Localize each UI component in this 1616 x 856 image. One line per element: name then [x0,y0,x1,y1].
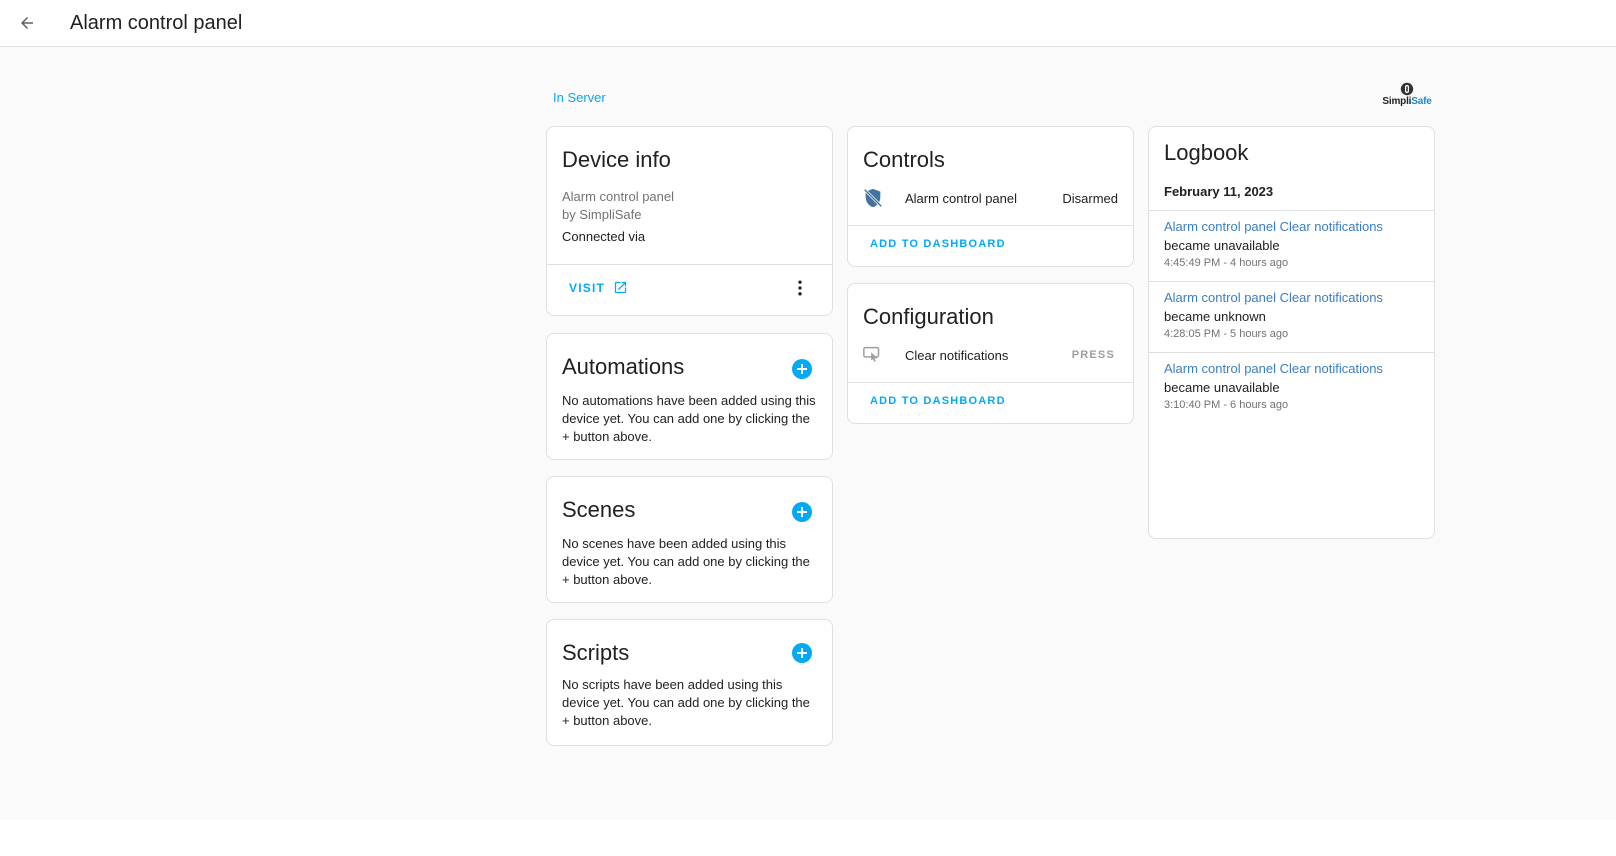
press-button[interactable]: PRESS [1072,349,1115,361]
scenes-card: Scenes No scenes have been added using t… [546,476,833,603]
device-page-content: In Server SimpliSafe Device info Alarm c… [0,47,1616,820]
logbook-entry-entity[interactable]: Alarm control panel Clear notifications [1164,219,1383,234]
logbook-title: Logbook [1164,140,1249,165]
configuration-add-to-dashboard-button[interactable]: ADD TO DASHBOARD [870,395,1006,407]
logbook-entry: Alarm control panel Clear notifications … [1149,281,1434,350]
back-button[interactable] [14,10,40,36]
controls-card: Controls Alarm control panel Disarmed AD… [847,126,1134,267]
add-script-button[interactable] [792,643,812,663]
alarm-entity-name: Alarm control panel [905,190,1017,206]
plus-icon [797,507,807,517]
add-automation-button[interactable] [792,359,812,379]
visit-button[interactable]: VISIT [569,280,628,295]
logbook-entry-message: became unknown [1164,309,1266,324]
logbook-date: February 11, 2023 [1164,184,1274,199]
configuration-card: Configuration Clear notifications PRESS … [847,283,1134,424]
clear-notifications-row[interactable]: Clear notifications PRESS [848,335,1133,375]
device-info-title: Device info [562,147,671,172]
open-in-new-icon [614,281,627,294]
device-connected-via: Connected via [562,229,646,244]
scripts-title: Scripts [562,640,630,665]
controls-title: Controls [863,147,945,172]
scenes-title: Scenes [562,497,636,522]
device-model: Alarm control panel [562,189,674,204]
logbook-card: Logbook February 11, 2023 Alarm control … [1148,126,1435,539]
plus-icon [797,364,807,374]
brand-name-part2: Safe [1411,96,1432,107]
logbook-entry: Alarm control panel Clear notifications … [1149,210,1434,279]
more-options-button[interactable] [790,277,810,299]
card-divider [848,382,1133,383]
gesture-tap-button-icon [863,346,880,362]
device-manufacturer: by SimpliSafe [562,207,642,222]
automations-card: Automations No automations have been add… [546,333,833,460]
alarm-entity-row[interactable]: Alarm control panel Disarmed [848,178,1133,218]
top-app-bar: Alarm control panel [0,0,1616,47]
brand-logo: SimpliSafe [1378,82,1436,112]
area-link[interactable]: In Server [553,90,606,105]
logbook-entry-message: became unavailable [1164,380,1280,395]
plus-icon [797,648,807,658]
automations-empty-text: No automations have been added using thi… [562,393,816,444]
dots-vertical-icon [798,280,802,296]
logbook-entry-time: 4:28:05 PM - 5 hours ago [1164,328,1289,340]
add-to-dashboard-label: ADD TO DASHBOARD [870,238,1006,250]
logbook-entry-time: 3:10:40 PM - 6 hours ago [1164,399,1289,411]
logbook-entry-message: became unavailable [1164,238,1280,253]
app-root: Alarm control panel In Server SimpliSafe… [0,0,1616,856]
card-divider [848,225,1133,226]
device-info-card: Device info Alarm control panel by Simpl… [546,126,833,316]
automations-title: Automations [562,354,685,379]
entity-icon-wrap [862,344,884,366]
clear-notifications-name: Clear notifications [905,347,1009,363]
logbook-entry-entity[interactable]: Alarm control panel Clear notifications [1164,290,1383,305]
shield-off-icon [863,188,883,208]
card-divider [547,264,832,265]
visit-label: VISIT [569,280,606,295]
scenes-empty-text: No scenes have been added using this dev… [562,536,810,587]
page-title: Alarm control panel [70,12,243,34]
arrow-left-icon [21,17,33,29]
configuration-title: Configuration [863,304,994,329]
simplisafe-logo-icon [1400,82,1414,96]
scripts-empty-text: No scripts have been added using this de… [562,677,810,728]
add-scene-button[interactable] [792,502,812,522]
logbook-entry: Alarm control panel Clear notifications … [1149,352,1434,421]
controls-add-to-dashboard-button[interactable]: ADD TO DASHBOARD [870,238,1006,250]
brand-name-part1: Simpli [1382,96,1412,107]
brand-name: SimpliSafe [1378,96,1436,107]
alarm-entity-state: Disarmed [1062,190,1118,206]
entity-icon-wrap [862,187,884,209]
add-to-dashboard-label: ADD TO DASHBOARD [870,395,1006,407]
scripts-card: Scripts No scripts have been added using… [546,619,833,746]
logbook-entry-time: 4:45:49 PM - 4 hours ago [1164,257,1289,269]
logbook-entry-entity[interactable]: Alarm control panel Clear notifications [1164,361,1383,376]
